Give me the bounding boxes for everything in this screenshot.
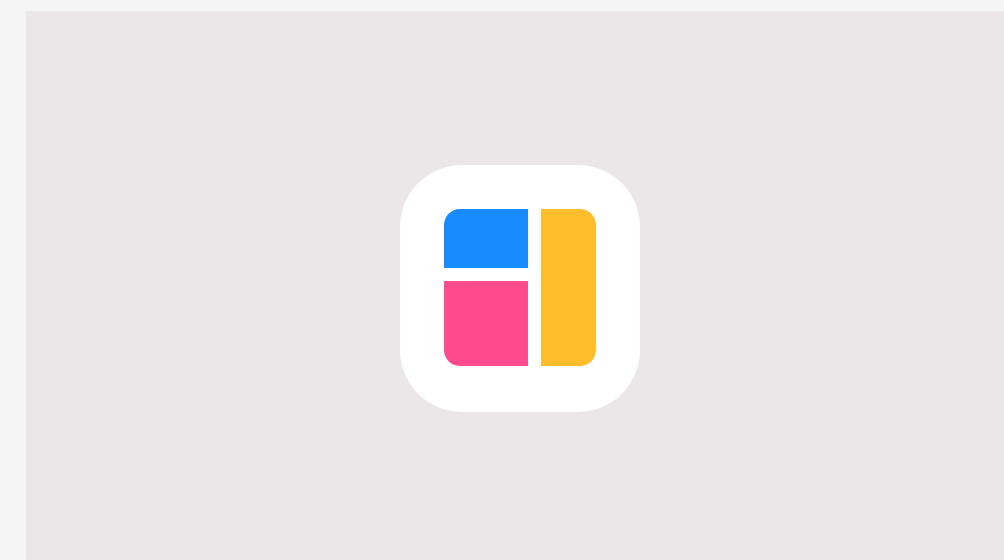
collage-tile-yellow	[541, 209, 596, 366]
collage-tile-pink	[444, 281, 528, 366]
collage-tile-blue	[444, 209, 528, 268]
